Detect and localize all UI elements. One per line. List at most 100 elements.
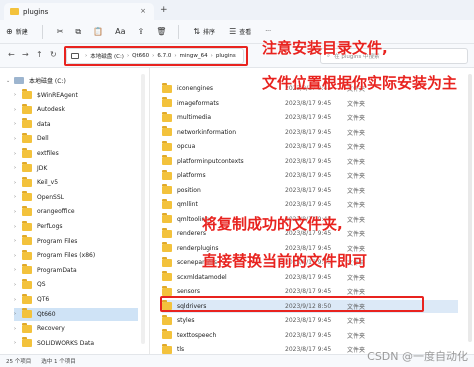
new-tab-button[interactable]: +	[160, 5, 168, 15]
file-list-scrollbar[interactable]	[468, 74, 472, 342]
chevron-right-icon[interactable]: ›	[14, 136, 22, 142]
chevron-right-icon[interactable]: ›	[14, 151, 22, 157]
chevron-right-icon[interactable]: ›	[14, 209, 22, 215]
folder-icon	[10, 8, 19, 15]
sidebar-item[interactable]: › Qt660	[14, 307, 138, 321]
file-row[interactable]: position 2023/8/17 9:45 文件夹	[162, 184, 458, 197]
annotation-note-2: 文件位置根据你实际安装为主	[262, 74, 458, 92]
sidebar-item-label: SOLIDWORKS Data	[37, 339, 95, 347]
chevron-right-icon[interactable]: ›	[14, 326, 22, 332]
file-date: 2023/8/17 9:45	[285, 201, 332, 208]
sidebar-item[interactable]: › SOLIDWORKS Data	[14, 337, 138, 350]
chevron-right-icon[interactable]: ›	[14, 224, 22, 230]
sidebar-item[interactable]: › Autodesk	[14, 103, 138, 116]
sidebar-item[interactable]: › Keil_v5	[14, 176, 138, 189]
folder-icon	[22, 308, 32, 319]
file-row[interactable]: platforminputcontexts 2023/8/17 9:45 文件夹	[162, 155, 458, 168]
plus-circle-icon: ⊕	[6, 27, 13, 36]
sidebar-item[interactable]: ⌄ 本地磁盘 (C:)	[6, 74, 138, 87]
sort-icon: ⇅	[193, 27, 201, 36]
folder-icon	[162, 184, 172, 194]
share-icon[interactable]: ⇪	[137, 27, 144, 36]
folder-icon	[162, 126, 172, 136]
file-name: sensors	[177, 288, 201, 295]
copy-icon[interactable]: ⧉	[75, 27, 81, 37]
file-row[interactable]: qmllint 2023/8/17 9:45 文件夹	[162, 198, 458, 211]
sidebar-item[interactable]: › Program Files (x86)	[14, 249, 138, 262]
file-row[interactable]: platforms 2023/8/17 9:45 文件夹	[162, 169, 458, 182]
more-button[interactable]: ···	[265, 28, 271, 35]
folder-icon	[162, 97, 172, 107]
sidebar-item[interactable]: › JDK	[14, 162, 138, 175]
sidebar-item[interactable]: › OpenSSL	[14, 191, 138, 204]
file-row[interactable]: multimedia 2023/8/17 9:45 文件夹	[162, 111, 458, 124]
sidebar-item[interactable]: › data	[14, 118, 138, 131]
back-arrow-icon[interactable]: ←	[8, 50, 15, 59]
file-row[interactable]: texttospeech 2023/8/17 9:45 文件夹	[162, 329, 458, 342]
forward-arrow-icon[interactable]: →	[22, 50, 29, 59]
chevron-right-icon[interactable]: ›	[14, 165, 22, 171]
chevron-right-icon[interactable]: ›	[14, 107, 22, 113]
chevron-right-icon[interactable]: ›	[14, 180, 22, 186]
folder-icon	[22, 132, 32, 143]
file-date: 2023/8/17 9:45	[285, 172, 332, 179]
sidebar-item[interactable]: › QT6	[14, 293, 138, 306]
cut-icon[interactable]: ✂	[57, 27, 64, 36]
file-row[interactable]: opcua 2023/8/17 9:45 文件夹	[162, 140, 458, 153]
chevron-right-icon[interactable]: ›	[14, 92, 22, 98]
folder-icon	[22, 220, 32, 231]
chevron-right-icon[interactable]: ›	[14, 311, 22, 317]
sidebar-item[interactable]: › orangeoffice	[14, 205, 138, 218]
folder-icon	[22, 278, 32, 289]
folder-icon	[22, 293, 32, 304]
file-name: platforms	[177, 172, 206, 179]
command-toolbar: ⊕ 新建 ✂ ⧉ 📋 Aa ⇪ 🗑 ⇅ 排序 ☰ 查看 ···	[0, 20, 474, 44]
chevron-right-icon[interactable]: ›	[14, 253, 22, 259]
sidebar-item-label: OpenSSL	[37, 193, 64, 201]
sidebar-item-label: Program Files	[37, 237, 78, 245]
file-name: position	[177, 186, 201, 194]
sidebar-item[interactable]: › QS	[14, 278, 138, 291]
sidebar-item[interactable]: › ProgramData	[14, 264, 138, 277]
sidebar-item[interactable]: › Program Files	[14, 235, 138, 248]
chevron-right-icon[interactable]: ›	[14, 121, 22, 127]
folder-icon	[162, 213, 172, 223]
sidebar-item[interactable]: › Dell	[14, 132, 138, 145]
up-arrow-icon[interactable]: ↑	[36, 50, 43, 59]
new-button[interactable]: ⊕ 新建	[6, 27, 28, 36]
chevron-right-icon[interactable]: ›	[14, 282, 22, 288]
sidebar-item-label: Keil_v5	[37, 179, 59, 187]
folder-icon	[162, 343, 172, 354]
sidebar-item-label: ProgramData	[37, 266, 77, 274]
folder-icon	[162, 285, 172, 296]
file-date: 2023/8/17 9:45	[285, 157, 332, 165]
chevron-right-icon[interactable]: ›	[14, 238, 22, 244]
tab-plugins[interactable]: plugins ×	[4, 3, 154, 20]
file-row[interactable]: styles 2023/8/17 9:45 文件夹	[162, 314, 458, 327]
sort-button[interactable]: ⇅ 排序	[193, 27, 215, 36]
tab-title: plugins	[23, 7, 49, 16]
chevron-right-icon[interactable]: ›	[14, 267, 22, 273]
rename-icon[interactable]: Aa	[115, 27, 125, 36]
chevron-down-icon[interactable]: ⌄	[6, 78, 14, 84]
sidebar-scrollbar[interactable]	[141, 74, 145, 344]
selected-count: 选中 1 个项目	[41, 359, 76, 365]
file-row[interactable]: imageformats 2023/8/17 9:45 文件夹	[162, 97, 458, 110]
paste-icon[interactable]: 📋	[93, 27, 103, 36]
delete-icon[interactable]: 🗑	[156, 27, 166, 36]
close-tab-icon[interactable]: ×	[140, 7, 146, 15]
chevron-right-icon[interactable]: ›	[14, 297, 22, 303]
sidebar-item[interactable]: › extfiles	[14, 147, 138, 160]
chevron-right-icon[interactable]: ›	[14, 340, 22, 346]
file-type: 文件夹	[347, 187, 366, 195]
sidebar-item[interactable]: › Recovery	[14, 322, 138, 335]
file-row[interactable]: networkinformation 2023/8/17 9:45 文件夹	[162, 126, 458, 139]
refresh-icon[interactable]: ↻	[50, 50, 57, 59]
folder-icon	[22, 118, 32, 129]
file-row[interactable]: scxmldatamodel 2023/8/17 9:45 文件夹	[162, 271, 458, 284]
sidebar-item[interactable]: › $WinREAgent	[14, 89, 138, 102]
sidebar-item[interactable]: › PerfLogs	[14, 220, 138, 233]
folder-icon	[162, 169, 172, 180]
chevron-right-icon[interactable]: ›	[14, 194, 22, 200]
view-button[interactable]: ☰ 查看	[229, 27, 251, 36]
